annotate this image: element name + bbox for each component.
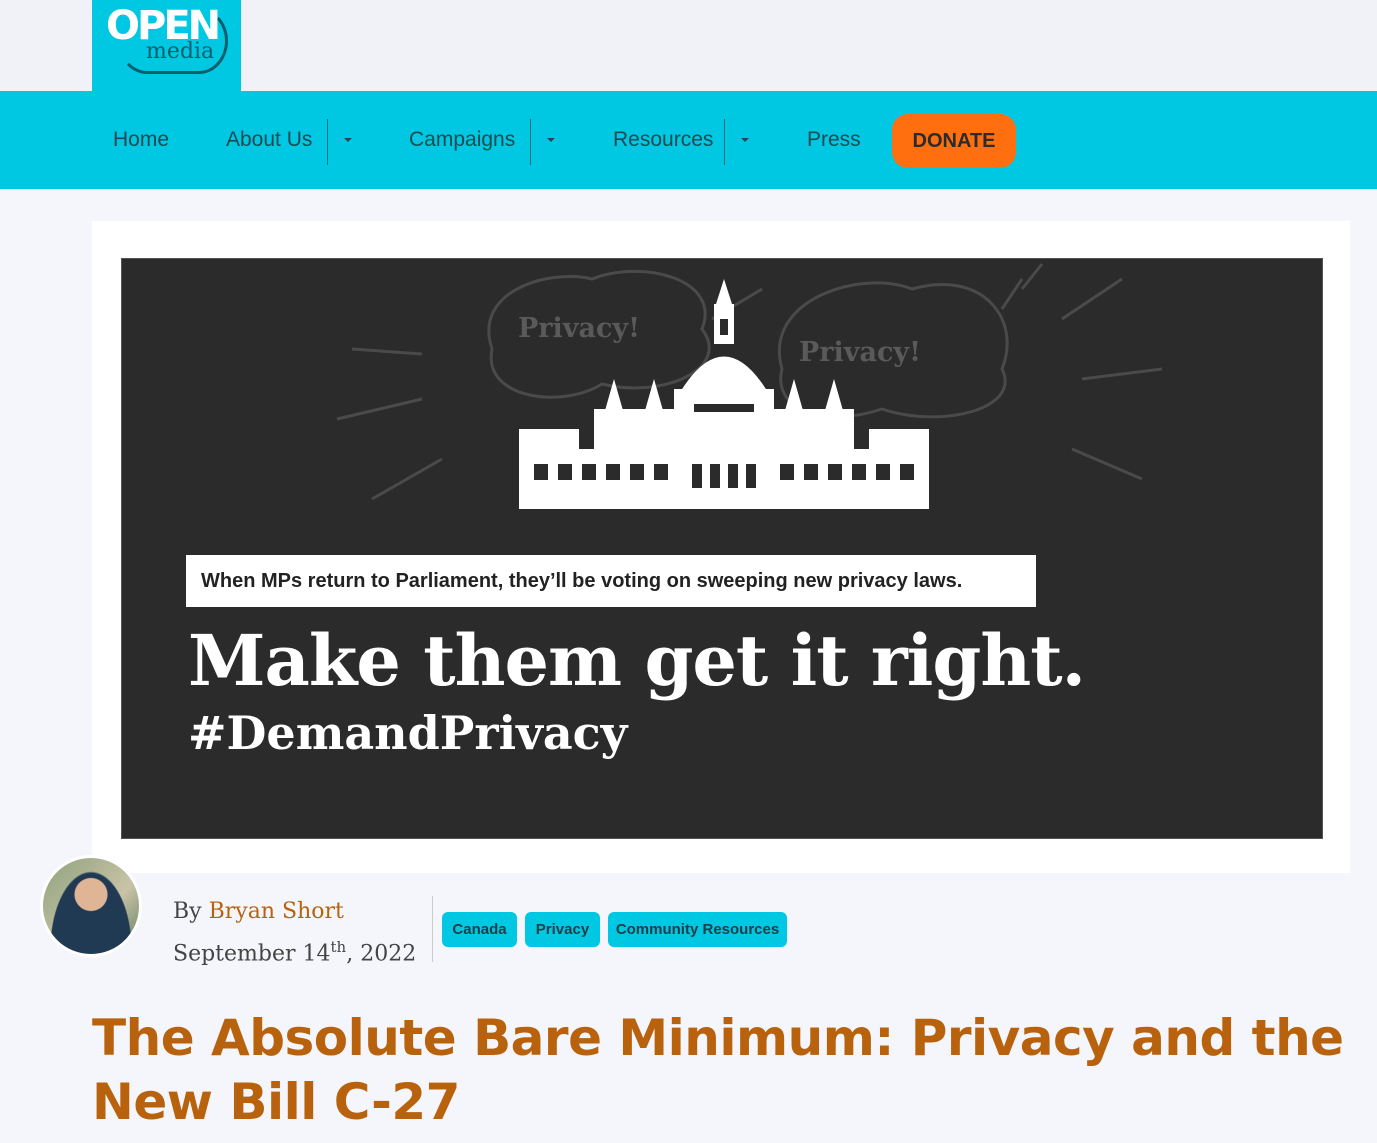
tag-privacy[interactable]: Privacy xyxy=(525,912,600,947)
meta-divider xyxy=(432,896,433,962)
hero-headline: Make them get it right. xyxy=(188,619,1086,702)
date-year: , 2022 xyxy=(346,941,417,967)
nav-separator xyxy=(530,119,531,165)
hero-hashtag: #DemandPrivacy xyxy=(188,706,628,760)
nav-separator xyxy=(327,119,328,165)
author-avatar[interactable] xyxy=(40,855,142,957)
hero-image: Privacy! Privacy! When MPs return to Par… xyxy=(121,258,1323,839)
date-suffix: th xyxy=(330,938,347,956)
tag-canada[interactable]: Canada xyxy=(442,912,517,947)
hero-subheading: When MPs return to Parliament, they’ll b… xyxy=(186,555,1036,607)
nav-resources[interactable]: Resources xyxy=(613,91,713,189)
parliament-icon xyxy=(519,279,929,509)
byline: By Bryan Short xyxy=(173,896,344,928)
nav-about-us[interactable]: About Us xyxy=(226,91,312,189)
main-nav: Home About Us Campaigns Resources Press … xyxy=(0,91,1377,189)
resources-dropdown-icon[interactable] xyxy=(741,138,749,142)
author-link[interactable]: Bryan Short xyxy=(209,899,344,924)
article-title: The Absolute Bare Minimum: Privacy and t… xyxy=(92,1009,1344,1131)
tag-community-resources[interactable]: Community Resources xyxy=(608,912,787,947)
donate-button[interactable]: DONATE xyxy=(892,114,1016,168)
site-logo[interactable]: OPEN media xyxy=(92,0,241,91)
nav-home[interactable]: Home xyxy=(113,91,169,189)
nav-campaigns[interactable]: Campaigns xyxy=(409,91,515,189)
logo-media-text: media xyxy=(146,39,215,64)
campaigns-dropdown-icon[interactable] xyxy=(547,138,555,142)
nav-press[interactable]: Press xyxy=(807,91,861,189)
publish-date: September 14th, 2022 xyxy=(173,930,416,971)
about-us-dropdown-icon[interactable] xyxy=(344,138,352,142)
by-label: By xyxy=(173,899,202,924)
date-day: September 14 xyxy=(173,941,331,967)
nav-separator xyxy=(724,119,725,165)
